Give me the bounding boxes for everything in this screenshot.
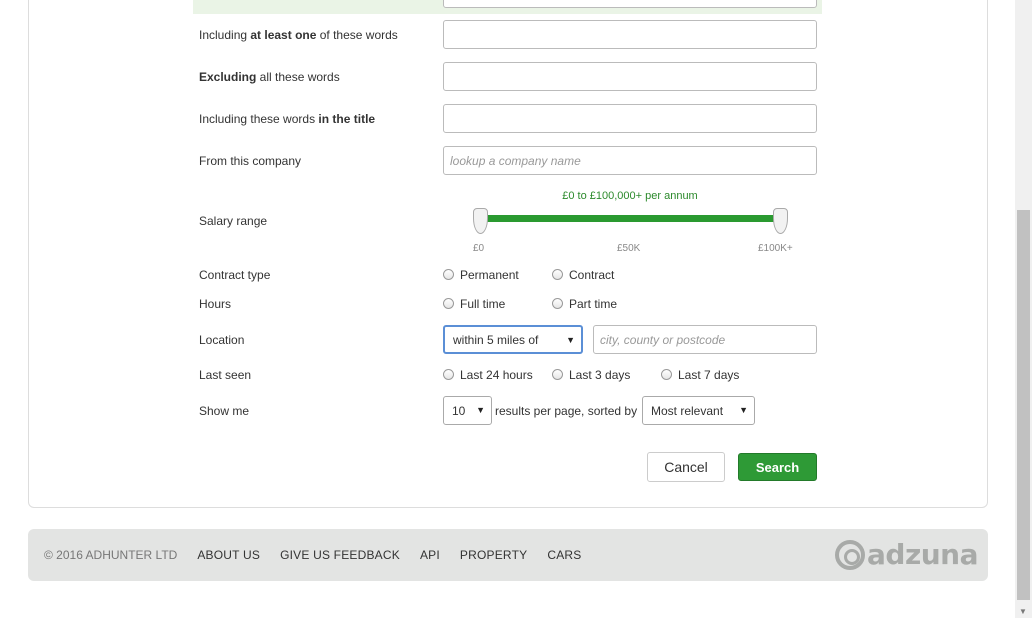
contract-type-label: Contract type xyxy=(199,268,271,282)
radio-circle[interactable] xyxy=(552,368,563,380)
cancel-button[interactable]: Cancel xyxy=(647,452,725,482)
show-me-label: Show me xyxy=(199,404,250,418)
hours-label: Hours xyxy=(199,297,232,311)
salary-label: Salary range xyxy=(199,214,268,228)
dropdown-arrow-icon: ▼ xyxy=(476,405,485,415)
radio-last-24-hours[interactable]: Last 24 hours xyxy=(443,368,533,382)
adzuna-logo[interactable]: adzuna xyxy=(835,538,979,571)
site-footer: © 2016 ADHUNTER LTD ABOUT US GIVE US FEE… xyxy=(28,529,988,581)
salary-tick-max: £100K+ xyxy=(758,243,793,254)
excluding-label: Excluding all these words xyxy=(199,70,340,84)
radio-circle[interactable] xyxy=(552,268,563,280)
location-label: Location xyxy=(199,333,245,347)
radio-circle[interactable] xyxy=(443,297,454,309)
radio-circle[interactable] xyxy=(661,368,672,380)
per-page-select[interactable]: 10 ▼ xyxy=(443,396,492,425)
location-input[interactable] xyxy=(593,325,817,354)
footer-link-property[interactable]: PROPERTY xyxy=(460,548,527,562)
scroll-down-arrow-icon[interactable]: ▼ xyxy=(1019,607,1027,616)
copyright-text: © 2016 ADHUNTER LTD xyxy=(44,548,178,562)
radio-permanent[interactable]: Permanent xyxy=(443,268,519,282)
footer-link-feedback[interactable]: GIVE US FEEDBACK xyxy=(280,548,400,562)
radio-circle[interactable] xyxy=(443,368,454,380)
last-seen-label: Last seen xyxy=(199,368,252,382)
company-input[interactable] xyxy=(443,146,817,175)
sort-select[interactable]: Most relevant ▼ xyxy=(642,396,755,425)
salary-tick-min: £0 xyxy=(473,243,485,254)
salary-tick-mid: £50K xyxy=(617,243,641,254)
radio-part-time[interactable]: Part time xyxy=(552,297,617,311)
in-title-input[interactable] xyxy=(443,104,817,133)
salary-summary: £0 to £100,000+ per annum xyxy=(562,190,698,202)
radio-last-7-days[interactable]: Last 7 days xyxy=(661,368,739,382)
salary-slider-track[interactable] xyxy=(480,215,781,222)
at-least-one-input[interactable] xyxy=(443,20,817,49)
radius-select[interactable]: within 5 miles of ▼ xyxy=(443,325,583,354)
scrollbar-thumb[interactable] xyxy=(1017,210,1030,600)
radio-last-3-days[interactable]: Last 3 days xyxy=(552,368,630,382)
radio-contract[interactable]: Contract xyxy=(552,268,614,282)
in-title-label: Including these words in the title xyxy=(199,112,376,126)
company-label: From this company xyxy=(199,154,302,168)
results-per-page-text: results per page, sorted by xyxy=(495,404,638,418)
dropdown-arrow-icon: ▼ xyxy=(739,405,748,415)
footer-link-cars[interactable]: CARS xyxy=(547,548,581,562)
vertical-scrollbar[interactable]: ▼ xyxy=(1015,0,1032,618)
at-least-one-label: Including at least one of these words xyxy=(199,28,398,42)
partial-text-input[interactable] xyxy=(443,0,817,8)
radio-full-time[interactable]: Full time xyxy=(443,297,505,311)
dropdown-arrow-icon: ▼ xyxy=(566,335,575,345)
adzuna-logo-icon xyxy=(835,539,865,570)
footer-link-about-us[interactable]: ABOUT US xyxy=(197,548,260,562)
radio-circle[interactable] xyxy=(552,297,563,309)
radio-circle[interactable] xyxy=(443,268,454,280)
footer-link-api[interactable]: API xyxy=(420,548,440,562)
excluding-input[interactable] xyxy=(443,62,817,91)
adzuna-logo-text: adzuna xyxy=(867,538,979,571)
search-button[interactable]: Search xyxy=(738,453,817,481)
